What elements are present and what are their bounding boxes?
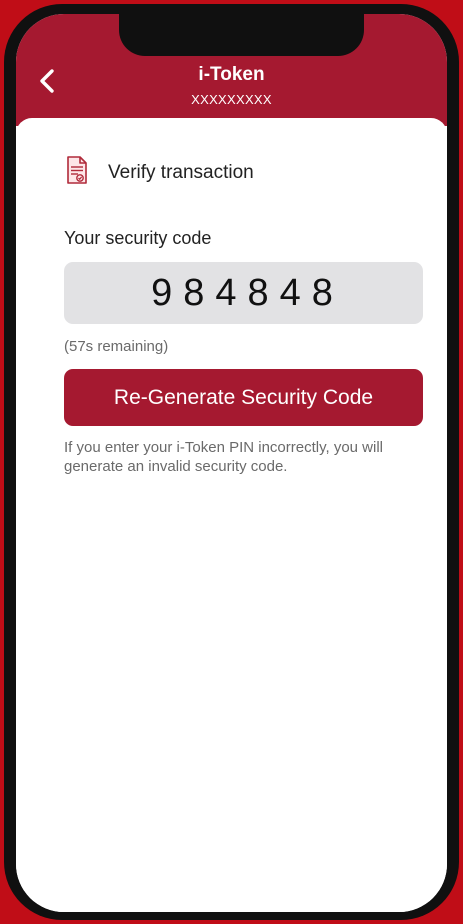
verify-transaction-label: Verify transaction	[108, 161, 254, 183]
document-icon	[66, 156, 88, 189]
verify-transaction-row: Verify transaction	[66, 156, 254, 189]
main-content: Verify transaction Your security code 98…	[16, 118, 447, 912]
account-subtitle: XXXXXXXXX	[191, 92, 272, 107]
countdown-text: (57s remaining)	[64, 338, 169, 355]
regenerate-code-button[interactable]: Re-Generate Security Code	[64, 369, 423, 426]
pin-warning-note: If you enter your i-Token PIN incorrectl…	[64, 439, 384, 475]
phone-screen: i-Token XXXXXXXXX Verify transaction You…	[16, 14, 447, 912]
security-code-label: Your security code	[64, 228, 212, 248]
app-header: i-Token XXXXXXXXX	[16, 14, 447, 126]
phone-frame: i-Token XXXXXXXXX Verify transaction You…	[4, 4, 459, 920]
page-title: i-Token	[198, 64, 265, 85]
security-code-display: 984848	[64, 262, 423, 324]
device-notch	[119, 14, 364, 56]
